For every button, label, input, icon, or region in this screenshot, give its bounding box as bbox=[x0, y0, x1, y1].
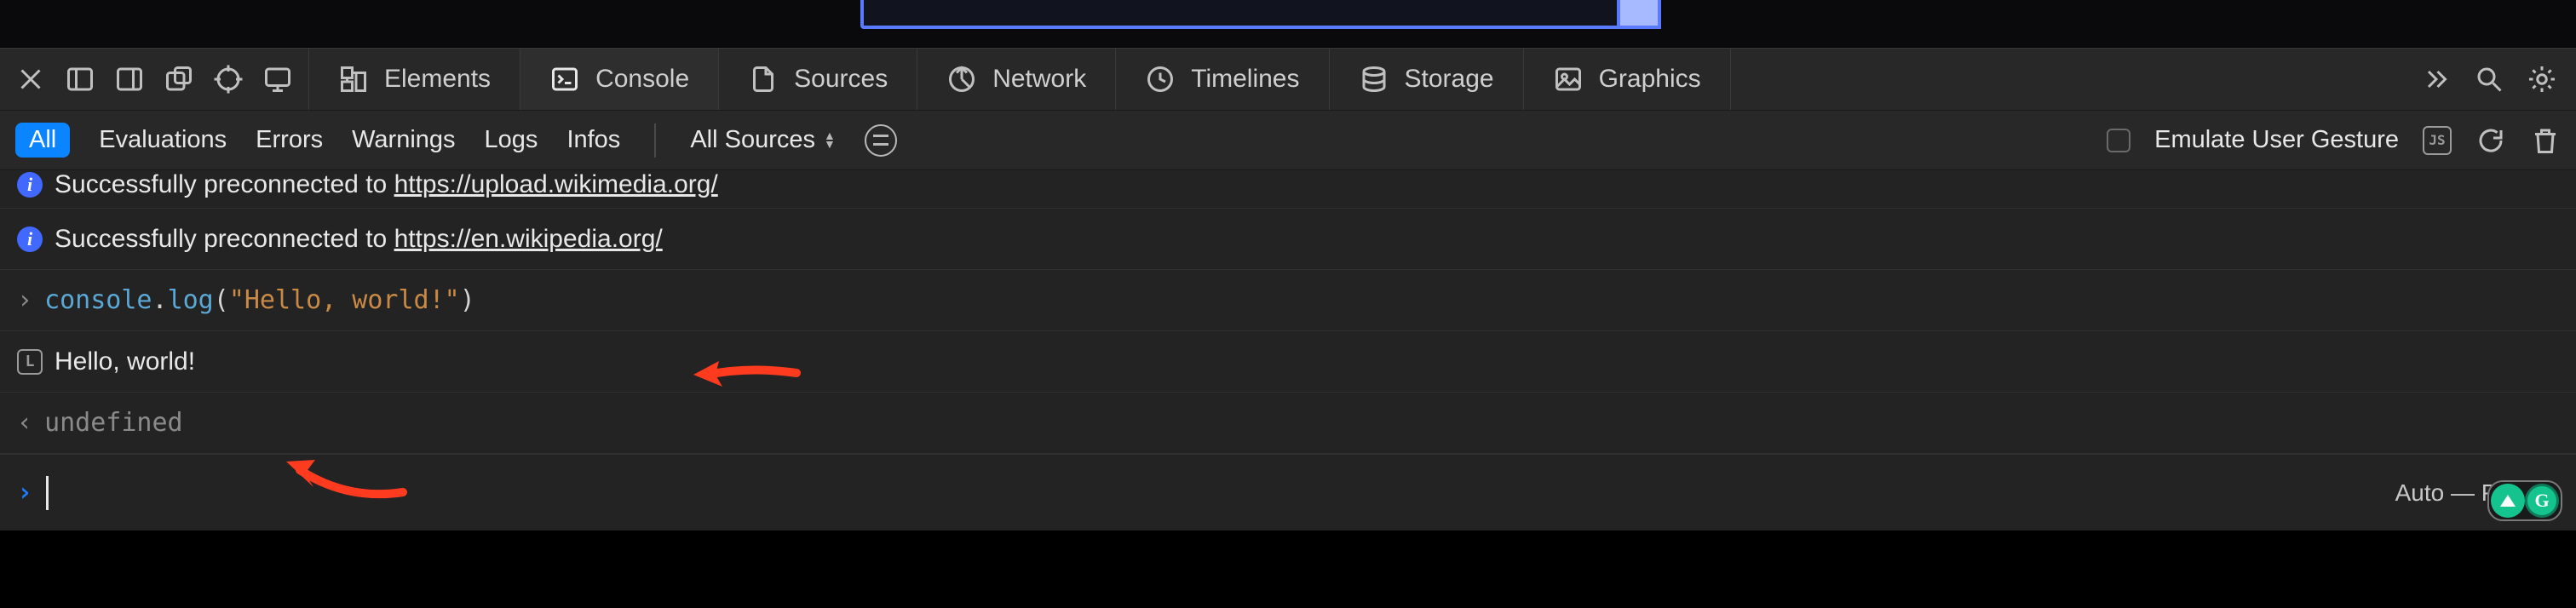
settings-gear-icon[interactable] bbox=[2527, 64, 2557, 95]
filter-settings-icon[interactable] bbox=[865, 124, 897, 157]
close-icon[interactable] bbox=[15, 64, 46, 95]
tab-label: Timelines bbox=[1191, 65, 1299, 94]
filter-errors[interactable]: Errors bbox=[256, 126, 323, 154]
log-prefix: Successfully preconnected to bbox=[55, 170, 394, 198]
filter-logs[interactable]: Logs bbox=[485, 126, 538, 154]
tab-elements[interactable]: Elements bbox=[309, 49, 520, 110]
network-tab-icon bbox=[946, 64, 977, 95]
dock-left-icon[interactable] bbox=[65, 64, 95, 95]
search-icon[interactable] bbox=[2474, 64, 2504, 95]
input-chevron-icon: › bbox=[17, 285, 32, 315]
chevron-updown-icon: ▲▼ bbox=[824, 132, 836, 148]
clear-console-icon[interactable] bbox=[2530, 125, 2561, 156]
sources-tab-icon bbox=[748, 64, 779, 95]
tab-label: Graphics bbox=[1599, 65, 1701, 94]
timelines-tab-icon bbox=[1145, 64, 1176, 95]
code-paren-open: ( bbox=[214, 285, 229, 315]
selected-element-highlight bbox=[860, 0, 1661, 29]
return-value: undefined bbox=[44, 408, 183, 438]
filter-evaluations[interactable]: Evaluations bbox=[99, 126, 227, 154]
log-text: Successfully preconnected to https://upl… bbox=[55, 170, 718, 199]
code-paren-close: ) bbox=[460, 285, 475, 315]
log-badge-icon: L bbox=[17, 349, 43, 375]
log-prefix: Successfully preconnected to bbox=[55, 225, 394, 253]
info-icon: i bbox=[17, 227, 43, 252]
sources-selector-label: All Sources bbox=[690, 126, 815, 154]
code-string: "Hello, world!" bbox=[229, 285, 460, 315]
tab-console[interactable]: Console bbox=[520, 49, 719, 110]
tab-storage[interactable]: Storage bbox=[1330, 49, 1524, 110]
info-icon: i bbox=[17, 172, 43, 198]
log-output-text: Hello, world! bbox=[55, 347, 195, 376]
sources-selector[interactable]: All Sources ▲▼ bbox=[690, 126, 836, 154]
tab-network[interactable]: Network bbox=[917, 49, 1116, 110]
extension-widget-1[interactable] bbox=[2491, 484, 2525, 518]
input-code: console.log("Hello, world!") bbox=[44, 285, 475, 315]
tab-sources[interactable]: Sources bbox=[719, 49, 917, 110]
extension-widgets: G bbox=[2487, 480, 2562, 521]
reload-icon[interactable] bbox=[2475, 125, 2506, 156]
console-filter-bar: All Evaluations Errors Warnings Logs Inf… bbox=[0, 111, 2576, 170]
filter-all-pill[interactable]: All bbox=[15, 123, 70, 158]
storage-tab-icon bbox=[1359, 64, 1389, 95]
log-link[interactable]: https://upload.wikimedia.org/ bbox=[394, 170, 718, 198]
tab-bar-right-controls bbox=[2402, 49, 2576, 110]
code-object: console bbox=[44, 285, 152, 315]
page-content-area bbox=[0, 0, 2576, 48]
prompt-chevron-icon: › bbox=[17, 478, 32, 508]
tab-timelines[interactable]: Timelines bbox=[1116, 49, 1329, 110]
emulate-gesture-checkbox[interactable] bbox=[2107, 129, 2130, 152]
log-link[interactable]: https://en.wikipedia.org/ bbox=[394, 225, 663, 253]
log-row-info-clipped: i Successfully preconnected to https://u… bbox=[0, 170, 2576, 209]
console-tab-icon bbox=[549, 64, 580, 95]
return-chevron-icon: ‹ bbox=[17, 408, 32, 438]
tab-label: Sources bbox=[794, 65, 888, 94]
tab-bar-left-controls bbox=[0, 49, 309, 110]
tab-graphics[interactable]: Graphics bbox=[1524, 49, 1731, 110]
device-icon[interactable] bbox=[262, 64, 293, 95]
filter-warnings[interactable]: Warnings bbox=[352, 126, 455, 154]
inspect-target-icon[interactable] bbox=[213, 64, 244, 95]
emulate-gesture-label: Emulate User Gesture bbox=[2154, 126, 2399, 154]
dock-right-icon[interactable] bbox=[114, 64, 145, 95]
graphics-tab-icon bbox=[1553, 64, 1584, 95]
text-cursor bbox=[46, 476, 49, 510]
log-row-input: › console.log("Hello, world!") bbox=[0, 270, 2576, 331]
tab-label: Console bbox=[595, 65, 689, 94]
log-row-return: ‹ undefined bbox=[0, 393, 2576, 454]
devtools-tab-bar: Elements Console Sources Network Timelin… bbox=[0, 48, 2576, 111]
grammarly-widget-icon[interactable]: G bbox=[2525, 484, 2559, 518]
console-input-row[interactable]: › Auto — Page ▲▼ bbox=[0, 454, 2576, 531]
overflow-tabs-icon[interactable] bbox=[2421, 64, 2452, 95]
separator bbox=[654, 123, 656, 158]
elements-tab-icon bbox=[338, 64, 369, 95]
log-row-output: L Hello, world! bbox=[0, 331, 2576, 393]
tab-label: Elements bbox=[384, 65, 491, 94]
code-method: log bbox=[168, 285, 214, 315]
console-log-area: i Successfully preconnected to https://u… bbox=[0, 170, 2576, 531]
tab-label: Network bbox=[992, 65, 1086, 94]
log-row-info: i Successfully preconnected to https://e… bbox=[0, 209, 2576, 270]
tab-label: Storage bbox=[1405, 65, 1494, 94]
filter-infos[interactable]: Infos bbox=[566, 126, 620, 154]
snippet-icon[interactable]: JS bbox=[2423, 126, 2452, 155]
dock-popout-icon[interactable] bbox=[164, 64, 194, 95]
selection-handle bbox=[1617, 0, 1661, 29]
log-text: Successfully preconnected to https://en.… bbox=[55, 225, 663, 254]
